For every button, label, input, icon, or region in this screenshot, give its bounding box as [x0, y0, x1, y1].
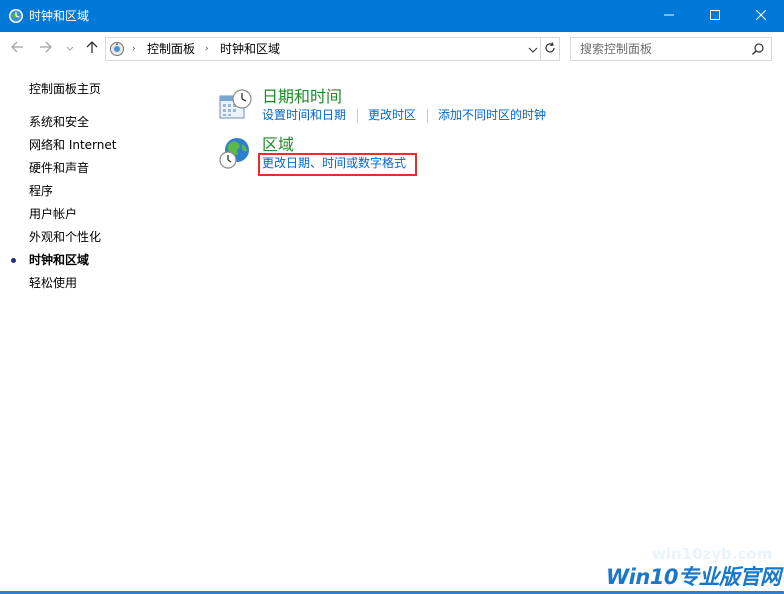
watermark-brand: Win10专业版官网 [606, 565, 781, 589]
forward-button[interactable] [38, 40, 54, 56]
arrow-up-icon [85, 40, 99, 57]
chevron-down-icon [66, 41, 74, 55]
search-box[interactable]: 搜索控制面板 [570, 37, 772, 61]
up-button[interactable] [84, 40, 100, 56]
sidebar-item-system-security[interactable]: 系统和安全 [29, 115, 89, 130]
breadcrumb-separator: › [205, 44, 209, 54]
watermark-url: win10zyb.com [652, 545, 773, 563]
sidebar-item-appearance[interactable]: 外观和个性化 [29, 230, 101, 245]
arrow-right-icon [39, 40, 53, 57]
sidebar-item-user-accounts[interactable]: 用户帐户 [29, 207, 77, 222]
sidebar-item-ease-of-access[interactable]: 轻松使用 [29, 276, 77, 291]
window-title: 时钟和区域 [29, 9, 90, 23]
recent-locations-button[interactable] [64, 40, 76, 56]
link-add-clocks[interactable]: 添加不同时区的时钟 [438, 108, 546, 123]
search-input[interactable]: 搜索控制面板 [580, 42, 652, 56]
title-bar: 时钟和区域 [0, 0, 784, 32]
minimize-button[interactable] [646, 0, 692, 32]
sidebar-item-programs[interactable]: 程序 [29, 184, 53, 199]
sidebar-item-network-internet[interactable]: 网络和 Internet [29, 138, 116, 153]
address-bar[interactable]: › 控制面板 › 时钟和区域 [105, 37, 560, 61]
refresh-button[interactable] [540, 38, 559, 60]
globe-clock-icon [218, 136, 252, 170]
back-button[interactable] [9, 40, 25, 56]
minimize-icon [664, 9, 674, 23]
link-separator [427, 109, 428, 123]
breadcrumb-clock-region[interactable]: 时钟和区域 [220, 42, 280, 56]
close-icon [755, 9, 767, 23]
control-panel-home-link[interactable]: 控制面板主页 [29, 82, 101, 97]
link-separator [357, 109, 358, 123]
refresh-icon [544, 41, 556, 57]
maximize-icon [710, 9, 720, 23]
category-title-region[interactable]: 区域 [262, 135, 294, 154]
link-change-time-zone[interactable]: 更改时区 [368, 108, 416, 123]
address-dropdown-button[interactable] [526, 42, 540, 56]
current-item-bullet [11, 258, 16, 263]
maximize-button[interactable] [692, 0, 738, 32]
close-button[interactable] [738, 0, 784, 32]
calendar-clock-icon [218, 88, 252, 122]
category-title-date-time[interactable]: 日期和时间 [262, 87, 342, 106]
clock-globe-icon [8, 8, 24, 24]
sidebar-item-clock-region[interactable]: 时钟和区域 [29, 253, 89, 268]
search-icon[interactable] [751, 42, 765, 56]
arrow-left-icon [10, 40, 24, 57]
chevron-down-icon [528, 42, 538, 56]
breadcrumb-separator: › [132, 44, 136, 54]
breadcrumb-control-panel[interactable]: 控制面板 [147, 42, 195, 56]
link-set-time-date[interactable]: 设置时间和日期 [262, 108, 346, 123]
control-panel-icon [109, 41, 125, 57]
highlight-box [258, 153, 417, 176]
navigation-bar: › 控制面板 › 时钟和区域 搜索控制面板 [0, 32, 784, 64]
sidebar-item-hardware-sound[interactable]: 硬件和声音 [29, 161, 89, 176]
